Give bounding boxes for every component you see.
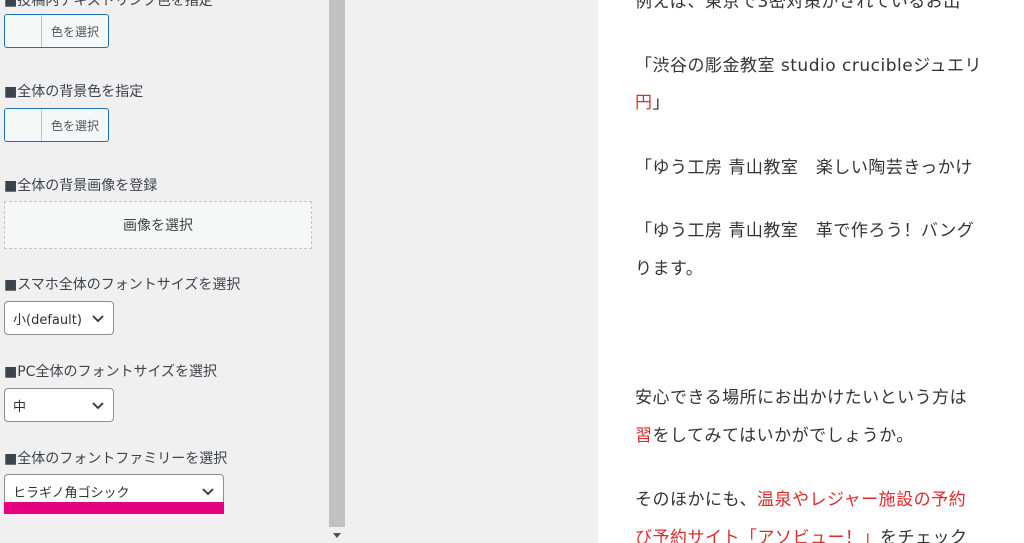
- bg-color-swatch: [5, 109, 42, 141]
- scrollbar-thumb[interactable]: [329, 0, 345, 527]
- chevron-down-icon: [92, 402, 104, 410]
- chevron-down-icon: [202, 488, 214, 496]
- preview-link[interactable]: 習: [635, 426, 653, 446]
- preview-line-1: 例えば、東京で3密対策がされているお出: [635, 0, 961, 12]
- sp-font-size-value: 小(default): [13, 312, 82, 328]
- preview-link[interactable]: 温泉やレジャー施設の予約: [757, 490, 966, 510]
- customizer-sidebar: ■投稿内テキストリンク色を指定 色を選択 ■全体の背景色を指定 色を選択 ■全体…: [0, 0, 328, 543]
- highlight-marker: [4, 502, 224, 514]
- pc-font-size-select[interactable]: 中: [4, 388, 114, 422]
- bg-image-button[interactable]: 画像を選択: [4, 201, 312, 249]
- bg-image-label: ■全体の背景画像を登録: [4, 178, 158, 194]
- preview-line-7: 安心できる場所にお出かけたいという方は: [635, 388, 968, 408]
- preview-line-6: ります。: [635, 259, 704, 279]
- pc-font-size-label: ■PC全体のフォントサイズを選択: [4, 364, 218, 380]
- preview-line-8: 習をしてみてはいかがでしょうか。: [635, 426, 914, 446]
- preview-line-10: び予約サイト「アソビュー！」をチェック: [635, 526, 968, 543]
- preview-line-9: そのほかにも、温泉やレジャー施設の予約: [635, 490, 967, 510]
- preview-line-5: 「ゆう工房 青山教室 革で作ろう！バング: [635, 221, 975, 241]
- link-color-swatch: [5, 15, 42, 47]
- preview-line-3: 円」: [635, 93, 670, 113]
- preview-content: 例えば、東京で3密対策がされているお出 「渋谷の彫金教室 studio cruc…: [598, 0, 1024, 543]
- bg-image-button-label: 画像を選択: [123, 218, 193, 234]
- preview-link[interactable]: び予約サイト「アソビュー！」: [635, 528, 880, 543]
- bg-color-button[interactable]: 色を選択: [4, 108, 109, 142]
- scroll-down-arrow-icon[interactable]: [328, 527, 346, 543]
- pc-font-size-value: 中: [13, 399, 27, 415]
- sidebar-scrollbar[interactable]: [328, 0, 346, 543]
- font-family-value: ヒラギノ角ゴシック: [13, 485, 130, 501]
- preview-line-2: 「渋谷の彫金教室 studio crucibleジュエリ: [635, 56, 982, 76]
- font-family-label: ■全体のフォントファミリーを選択: [4, 451, 228, 467]
- link-color-button[interactable]: 色を選択: [4, 14, 109, 48]
- preview-margin: [346, 0, 598, 543]
- sp-font-size-select[interactable]: 小(default): [4, 301, 114, 335]
- bg-color-button-label: 色を選択: [50, 118, 99, 133]
- sp-font-size-label: ■スマホ全体のフォントサイズを選択: [4, 277, 241, 293]
- link-color-label: ■投稿内テキストリンク色を指定: [4, 0, 213, 9]
- link-color-button-label: 色を選択: [50, 24, 99, 39]
- preview-line-4: 「ゆう工房 青山教室 楽しい陶芸きっかけ: [635, 158, 973, 178]
- preview-link[interactable]: 円: [635, 93, 653, 113]
- bg-color-label: ■全体の背景色を指定: [4, 84, 144, 100]
- chevron-down-icon: [92, 315, 104, 323]
